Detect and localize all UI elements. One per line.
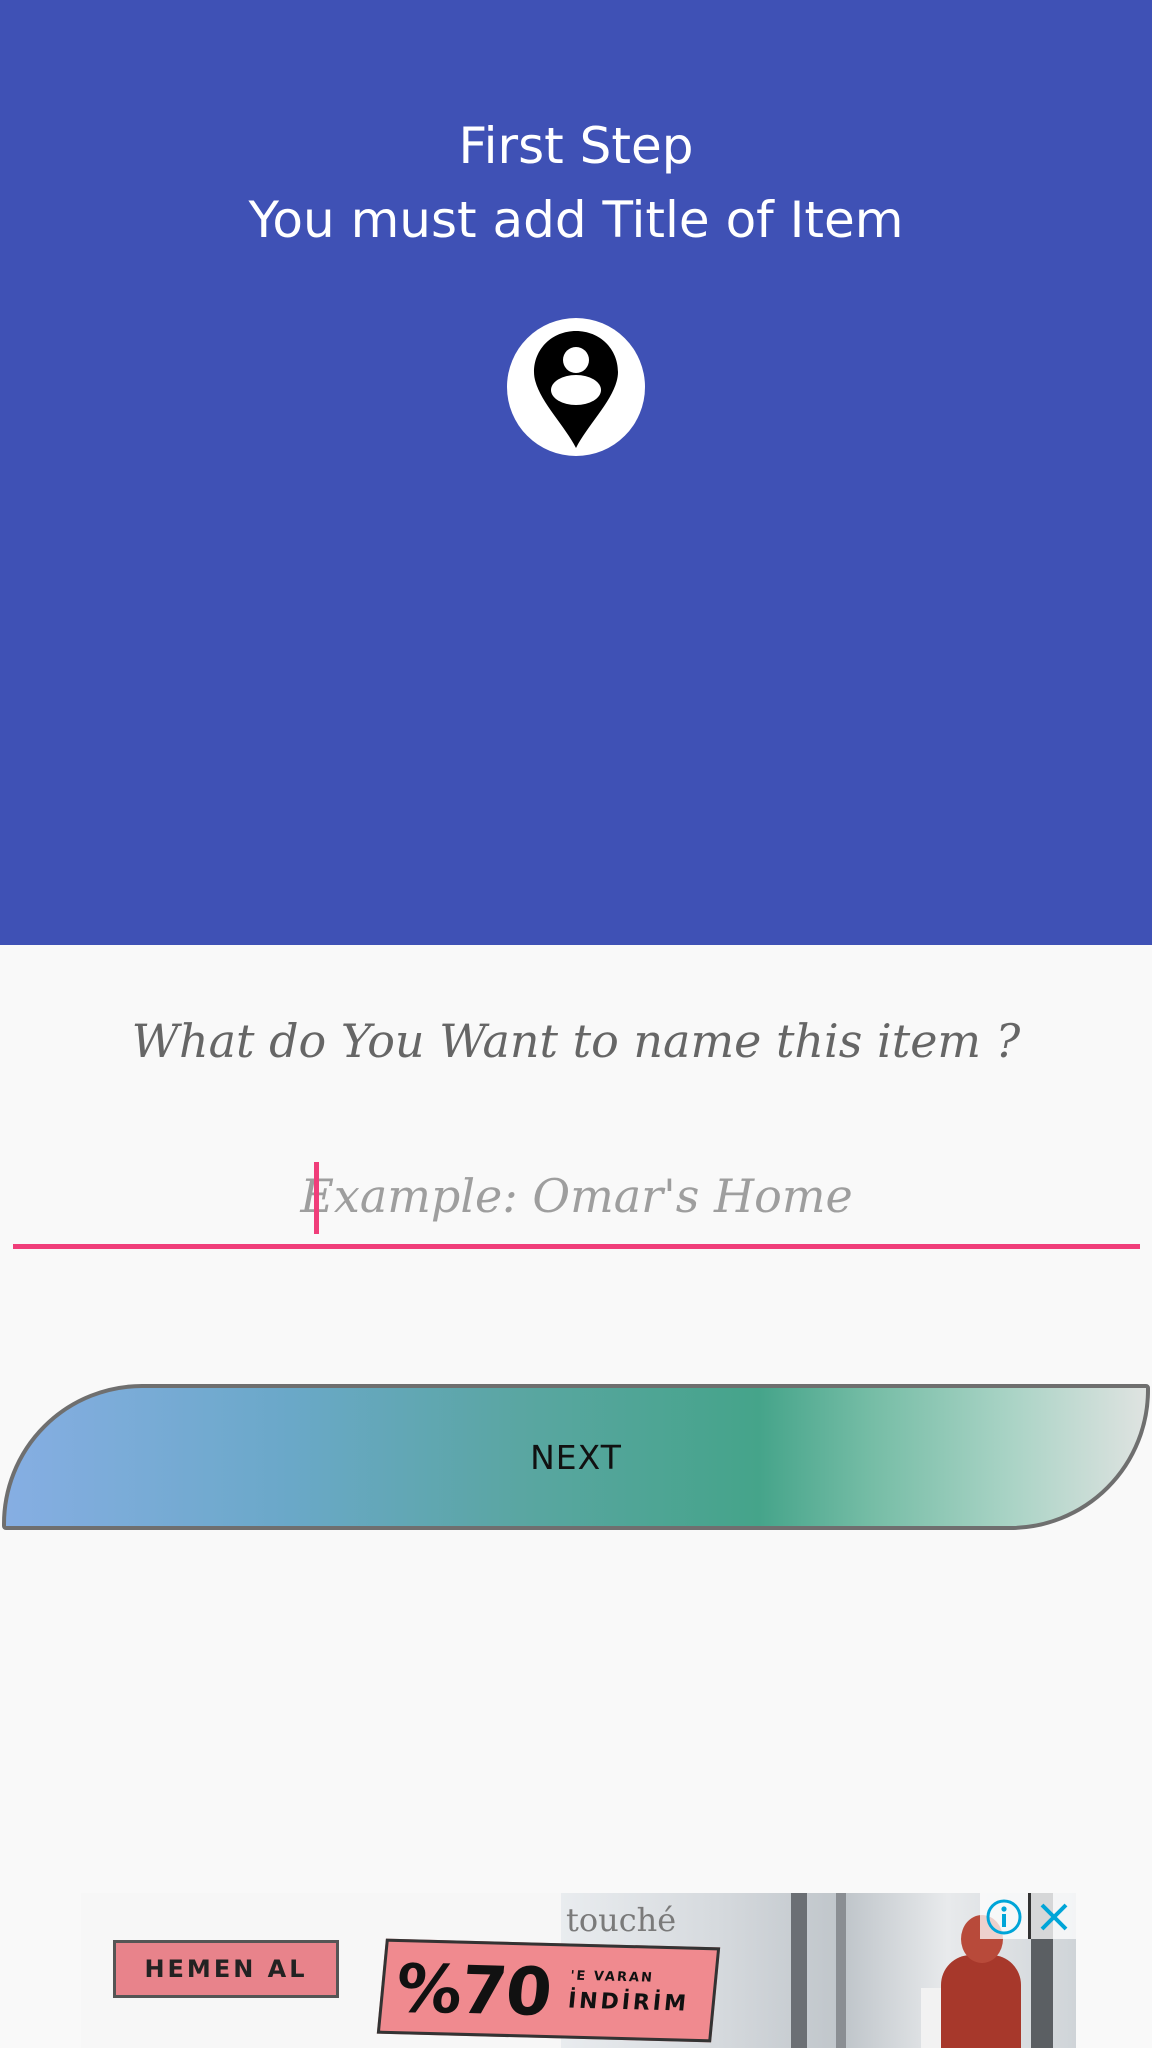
next-button-label: NEXT: [530, 1437, 622, 1477]
ad-promo-small-top: 'E VARAN: [569, 1968, 655, 1986]
ad-promo-percentage: %70: [392, 1950, 555, 2032]
name-question: What do You Want to name this item ?: [131, 1014, 1021, 1068]
close-icon[interactable]: [1034, 1897, 1074, 1937]
ad-banner[interactable]: touché HEMEN AL %70 'E VARAN İNDİRİM: [81, 1893, 1076, 2048]
ad-photo-tree: [836, 1893, 846, 2048]
info-icon[interactable]: [984, 1897, 1024, 1937]
name-input-container: [13, 1150, 1140, 1250]
item-name-input[interactable]: [13, 1150, 1140, 1242]
header: First Step You must add Title of Item: [0, 0, 1152, 945]
ad-photo-person-scarf: [941, 1955, 1021, 2048]
ad-promo: %70 'E VARAN İNDİRİM: [376, 1938, 721, 2043]
step-title: First Step: [458, 117, 694, 175]
ad-cta-button[interactable]: HEMEN AL: [113, 1940, 339, 1998]
location-pin-person-icon: [507, 318, 645, 456]
step-subtitle: You must add Title of Item: [248, 191, 904, 249]
input-underline: [13, 1244, 1140, 1249]
ad-controls-divider: [1028, 1893, 1031, 1939]
ad-brand: touché: [566, 1901, 677, 1939]
ad-controls: [980, 1893, 1076, 1939]
text-caret: [314, 1162, 319, 1234]
ad-photo-tree: [791, 1893, 807, 2048]
ad-promo-small-bottom: İNDİRİM: [566, 1988, 691, 2017]
next-button[interactable]: NEXT: [2, 1384, 1150, 1530]
